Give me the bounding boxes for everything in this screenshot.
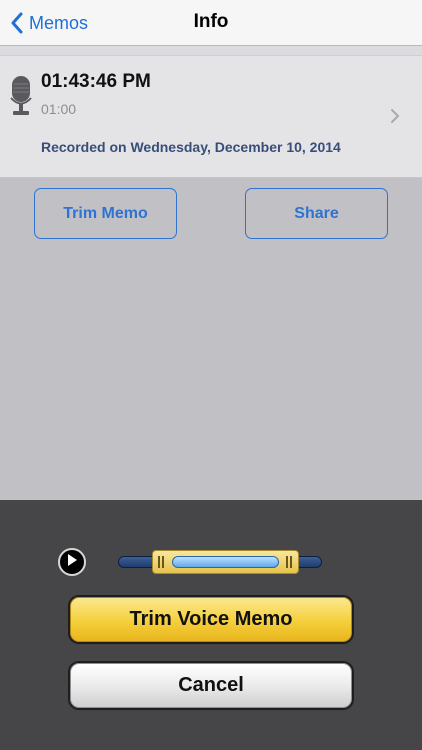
section-gap [0, 46, 422, 56]
memo-recorded-date: Recorded on Wednesday, December 10, 2014 [41, 139, 341, 155]
page-title: Info [193, 11, 229, 32]
chevron-right-icon [390, 108, 400, 129]
left-grip-icon[interactable] [158, 556, 164, 568]
memo-duration: 01:00 [41, 101, 77, 117]
play-button[interactable] [58, 548, 86, 576]
trim-voice-memo-button[interactable]: Trim Voice Memo [70, 597, 352, 642]
cancel-button[interactable]: Cancel [70, 663, 352, 708]
memo-info-cell[interactable]: 01:43:46 PM 01:00 Recorded on Wednesday,… [0, 56, 422, 178]
trim-selection-range [172, 556, 279, 568]
play-icon [66, 553, 78, 572]
navigation-bar: Memos Info [0, 0, 422, 46]
right-grip-icon[interactable] [286, 556, 292, 568]
memo-time: 01:43:46 PM [41, 71, 151, 92]
trim-memo-button[interactable]: Trim Memo [34, 188, 177, 239]
microphone-icon [10, 76, 32, 121]
share-button[interactable]: Share [245, 188, 388, 239]
